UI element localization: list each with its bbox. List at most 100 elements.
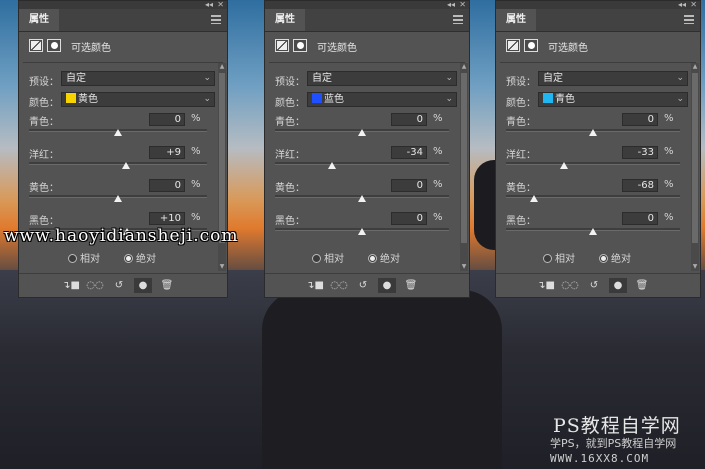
magenta-slider-track[interactable]: [506, 162, 680, 165]
reset-icon[interactable]: ↺: [110, 278, 128, 293]
preset-label: 预设：: [506, 77, 536, 88]
preset-select[interactable]: 自定 ⌄: [307, 71, 457, 86]
tab-properties[interactable]: 属性: [496, 9, 536, 31]
scroll-up-icon[interactable]: ▲: [691, 63, 699, 71]
magenta-slider-thumb[interactable]: [328, 162, 337, 169]
cyan-slider-label: 青色：: [29, 117, 59, 128]
collapse-icon[interactable]: ◂◂: [205, 0, 213, 9]
cyan-slider-thumb[interactable]: [589, 129, 597, 136]
magenta-value-field[interactable]: -33: [622, 146, 658, 159]
close-icon[interactable]: ✕: [459, 0, 466, 9]
trash-icon[interactable]: 🗑: [158, 278, 176, 293]
chevron-down-icon: ⌄: [676, 73, 684, 83]
panel-scrollbar[interactable]: ▲ ▼: [691, 63, 699, 271]
scroll-down-icon[interactable]: ▼: [218, 263, 226, 271]
absolute-radio-dot[interactable]: [368, 254, 377, 263]
colors-value: 蓝色: [324, 94, 344, 105]
view-previous-icon[interactable]: ◌◌: [561, 278, 579, 293]
absolute-radio[interactable]: 绝对: [599, 250, 631, 265]
colors-select[interactable]: 黄色 ⌄: [61, 92, 215, 107]
selective-color-adjustment-icon[interactable]: [275, 39, 289, 52]
cyan-value-field[interactable]: 0: [391, 113, 427, 126]
magenta-slider-thumb[interactable]: [560, 162, 569, 169]
scrollbar-thumb[interactable]: [219, 73, 225, 243]
relative-radio-dot[interactable]: [543, 254, 552, 263]
colors-select[interactable]: 蓝色 ⌄: [307, 92, 457, 107]
yellow-value-field[interactable]: 0: [149, 179, 185, 192]
colors-value: 黄色: [78, 94, 98, 105]
black-value-field[interactable]: 0: [391, 212, 427, 225]
black-slider-thumb[interactable]: [358, 228, 366, 235]
panel-scrollbar[interactable]: ▲ ▼: [460, 63, 468, 271]
scroll-up-icon[interactable]: ▲: [218, 63, 226, 71]
relative-radio[interactable]: 相对: [312, 250, 344, 265]
black-value-field[interactable]: 0: [622, 212, 658, 225]
clip-to-layer-icon[interactable]: ↴■: [306, 278, 324, 293]
selective-color-adjustment-icon[interactable]: [506, 39, 520, 52]
black-value-field[interactable]: +10: [149, 212, 185, 225]
colors-select[interactable]: 青色 ⌄: [538, 92, 688, 107]
divider: [500, 62, 696, 63]
black-slider-thumb[interactable]: [589, 228, 597, 235]
magenta-value-field[interactable]: +9: [149, 146, 185, 159]
trash-icon[interactable]: 🗑: [633, 278, 651, 293]
cyan-slider-thumb[interactable]: [114, 129, 122, 136]
relative-radio-dot[interactable]: [68, 254, 77, 263]
panel-menu-icon[interactable]: [211, 15, 221, 24]
preset-select[interactable]: 自定 ⌄: [538, 71, 688, 86]
absolute-radio-dot[interactable]: [599, 254, 608, 263]
magenta-slider-track[interactable]: [275, 162, 449, 165]
collapse-icon[interactable]: ◂◂: [447, 0, 455, 9]
close-icon[interactable]: ✕: [690, 0, 697, 9]
cyan-value-field[interactable]: 0: [622, 113, 658, 126]
yellow-slider-thumb[interactable]: [114, 195, 122, 202]
tab-properties[interactable]: 属性: [265, 9, 305, 31]
cyan-value-field[interactable]: 0: [149, 113, 185, 126]
selective-color-adjustment-icon[interactable]: [29, 39, 43, 52]
clip-to-layer-icon[interactable]: ↴■: [537, 278, 555, 293]
view-previous-icon[interactable]: ◌◌: [330, 278, 348, 293]
panel-menu-icon[interactable]: [684, 15, 694, 24]
relative-radio[interactable]: 相对: [68, 250, 100, 265]
scroll-down-icon[interactable]: ▼: [460, 263, 468, 271]
absolute-radio[interactable]: 绝对: [124, 250, 156, 265]
tab-properties[interactable]: 属性: [19, 9, 59, 31]
magenta-value-field[interactable]: -34: [391, 146, 427, 159]
reset-icon[interactable]: ↺: [354, 278, 372, 293]
layer-mask-icon[interactable]: [524, 39, 538, 52]
scroll-down-icon[interactable]: ▼: [691, 263, 699, 271]
scroll-up-icon[interactable]: ▲: [460, 63, 468, 71]
close-icon[interactable]: ✕: [217, 0, 224, 9]
scrollbar-thumb[interactable]: [461, 73, 467, 243]
preset-value: 自定: [543, 73, 563, 84]
panel-menu-icon[interactable]: [453, 15, 463, 24]
yellow-slider-thumb[interactable]: [358, 195, 366, 202]
cyan-slider-thumb[interactable]: [358, 129, 366, 136]
visibility-eye-icon[interactable]: ●: [609, 278, 627, 293]
colors-label: 颜色：: [29, 98, 59, 109]
reset-icon[interactable]: ↺: [585, 278, 603, 293]
layer-mask-icon[interactable]: [47, 39, 61, 52]
relative-radio-dot[interactable]: [312, 254, 321, 263]
relative-radio-label: 相对: [324, 254, 344, 265]
yellow-value-field[interactable]: -68: [622, 179, 658, 192]
preset-select[interactable]: 自定 ⌄: [61, 71, 215, 86]
magenta-slider-track[interactable]: [29, 162, 207, 165]
trash-icon[interactable]: 🗑: [402, 278, 420, 293]
collapse-icon[interactable]: ◂◂: [678, 0, 686, 9]
relative-radio[interactable]: 相对: [543, 250, 575, 265]
visibility-eye-icon[interactable]: ●: [134, 278, 152, 293]
absolute-radio[interactable]: 绝对: [368, 250, 400, 265]
adjustment-title: 可选颜色: [317, 43, 357, 54]
yellow-value-field[interactable]: 0: [391, 179, 427, 192]
absolute-radio-dot[interactable]: [124, 254, 133, 263]
view-previous-icon[interactable]: ◌◌: [86, 278, 104, 293]
scrollbar-thumb[interactable]: [692, 73, 698, 243]
preset-label: 预设：: [275, 77, 305, 88]
layer-mask-icon[interactable]: [293, 39, 307, 52]
magenta-slider-thumb[interactable]: [122, 162, 130, 169]
yellow-slider-thumb[interactable]: [529, 195, 538, 202]
clip-to-layer-icon[interactable]: ↴■: [62, 278, 80, 293]
visibility-eye-icon[interactable]: ●: [378, 278, 396, 293]
magenta-percent-label: %: [191, 146, 201, 157]
